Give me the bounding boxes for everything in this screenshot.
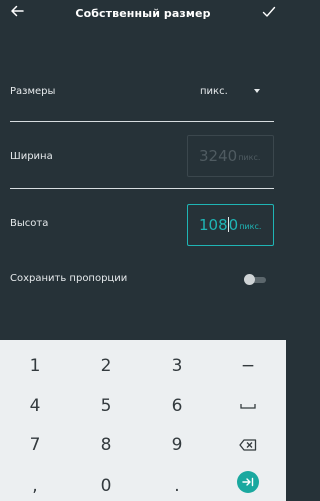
keep-ratio-toggle[interactable]: [244, 274, 266, 285]
page-title: Собственный размер: [75, 6, 211, 20]
toggle-thumb: [244, 274, 255, 285]
enter-icon: [237, 471, 259, 493]
units-dropdown[interactable]: пикс.: [200, 83, 266, 99]
key-7[interactable]: 7: [15, 430, 55, 460]
divider: [10, 121, 274, 122]
key-9[interactable]: 9: [157, 430, 197, 460]
key-backspace[interactable]: [228, 430, 268, 460]
width-input[interactable]: 3240 пикс.: [187, 135, 274, 177]
key-8[interactable]: 8: [86, 430, 126, 460]
back-arrow-icon[interactable]: [9, 3, 25, 19]
height-label: Высота: [10, 218, 49, 229]
custom-size-screen: Собственный размер Размеры пикс. Ширина …: [0, 0, 286, 501]
top-bar: Собственный размер: [0, 0, 286, 26]
key-enter[interactable]: [228, 467, 268, 497]
key-2[interactable]: 2: [86, 351, 126, 381]
keep-ratio-label: Сохранить пропорции: [10, 273, 128, 284]
key-6[interactable]: 6: [157, 391, 197, 421]
key-3[interactable]: 3: [157, 351, 197, 381]
key-5[interactable]: 5: [86, 391, 126, 421]
checkmark-icon[interactable]: [262, 4, 276, 18]
dropdown-caret-icon: [254, 89, 260, 93]
width-value: 3240: [199, 147, 238, 165]
height-unit: пикс.: [239, 222, 262, 231]
key-space[interactable]: [228, 391, 268, 421]
key-period[interactable]: .: [157, 471, 197, 501]
size-label: Размеры: [10, 86, 56, 97]
text-cursor: [227, 216, 229, 232]
key-minus[interactable]: −: [228, 351, 268, 381]
key-0[interactable]: 0: [86, 471, 126, 501]
key-1[interactable]: 1: [15, 351, 55, 381]
width-unit: пикс.: [238, 153, 261, 162]
height-value-part2: 0: [228, 216, 239, 234]
key-4[interactable]: 4: [15, 391, 55, 421]
divider: [10, 188, 274, 189]
key-comma[interactable]: ,: [15, 471, 55, 501]
height-value-part1: 108: [199, 216, 228, 234]
backspace-icon: [239, 439, 257, 451]
width-label: Ширина: [10, 151, 53, 162]
units-value: пикс.: [200, 85, 228, 97]
numeric-keyboard: 1 2 3 − 4 5 6 7 8 9 , 0 .: [0, 340, 286, 501]
height-input[interactable]: 108 0 пикс.: [187, 204, 274, 246]
space-icon: [240, 402, 256, 410]
